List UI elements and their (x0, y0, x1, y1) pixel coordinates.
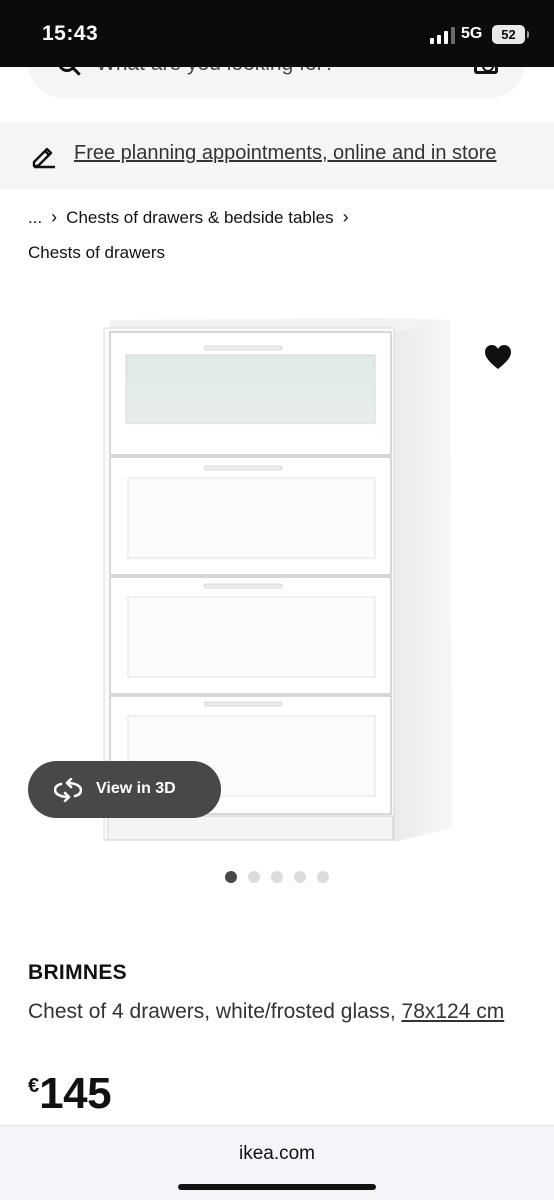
carousel-dots (225, 871, 329, 883)
planning-banner[interactable]: Free planning appointments, online and i… (0, 122, 554, 189)
product-size-link[interactable]: 78x124 cm (402, 1000, 505, 1023)
chevron-right-icon: › (51, 207, 58, 227)
carousel-dot[interactable] (271, 871, 283, 883)
rotate-3d-icon (54, 778, 82, 802)
breadcrumb-current[interactable]: Chests of drawers (28, 243, 165, 263)
carousel-dot[interactable] (248, 871, 260, 883)
view-in-3d-button[interactable]: View in 3D (28, 761, 221, 818)
product-price: €145 (28, 1069, 112, 1119)
chevron-right-icon: › (342, 207, 349, 227)
heart-icon[interactable] (484, 344, 512, 370)
breadcrumb: ... › Chests of drawers & bedside tables › (28, 207, 358, 228)
price-currency: € (28, 1075, 40, 1097)
price-amount: 145 (39, 1069, 112, 1118)
battery-indicator: 52 (492, 25, 529, 44)
carousel-dot[interactable] (317, 871, 329, 883)
product-description-text: Chest of 4 drawers, white/frosted glass, (28, 1000, 396, 1023)
view-in-3d-label: View in 3D (96, 780, 176, 797)
pencil-icon (32, 147, 55, 169)
status-time: 15:43 (42, 22, 99, 45)
status-bar-overlay: 15:43 5G 52 (0, 0, 554, 67)
breadcrumb-ellipsis[interactable]: ... (28, 208, 42, 227)
carousel-dot[interactable] (294, 871, 306, 883)
signal-icon (430, 27, 456, 44)
product-description: Chest of 4 drawers, white/frosted glass,… (28, 994, 538, 1029)
carousel-dot[interactable] (225, 871, 237, 883)
browser-bar: ikea.com (0, 1125, 554, 1200)
browser-address[interactable]: ikea.com (0, 1143, 554, 1165)
home-indicator[interactable] (178, 1184, 376, 1190)
product-name: BRIMNES (28, 961, 127, 984)
breadcrumb-item[interactable]: Chests of drawers & bedside tables (66, 208, 333, 227)
network-label: 5G (461, 25, 483, 42)
planning-link[interactable]: Free planning appointments, online and i… (74, 142, 497, 165)
